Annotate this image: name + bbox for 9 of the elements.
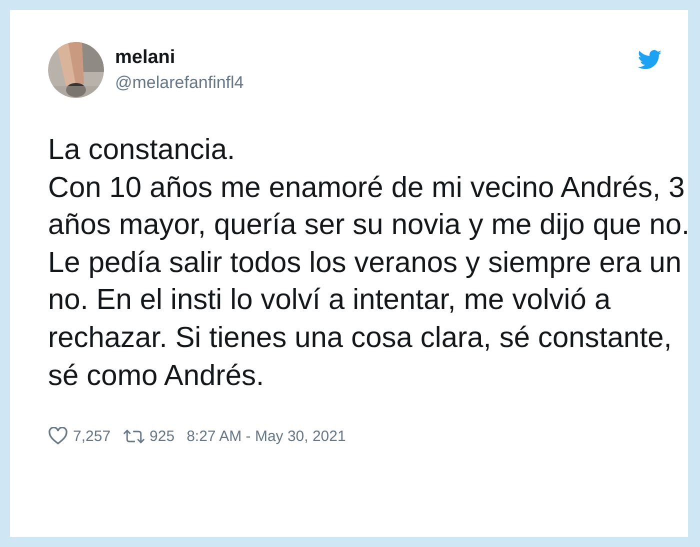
author-handle: @melarefanfinfl4	[115, 73, 245, 93]
retweet-count: 925	[150, 428, 175, 445]
retweet-icon	[122, 428, 145, 444]
bird-icon	[638, 50, 662, 70]
tweet-timestamp: 8:27 AM - May 30, 2021	[186, 428, 346, 445]
tweet-text: La constancia. Con 10 años me enamoré de mi vecino Andrés, 3 años mayor, quería ser su novia y me dijo que no. Le pedía salir todos los veranos y siempre era un no. En el insti lo volví a intentar, me volvió a rechazar. Si tienes una cosa clara, sé constante, sé como Andrés.	[48, 133, 691, 394]
author-name: melani	[115, 47, 176, 69]
heart-icon	[48, 427, 68, 446]
like-count: 7,257	[73, 428, 111, 445]
